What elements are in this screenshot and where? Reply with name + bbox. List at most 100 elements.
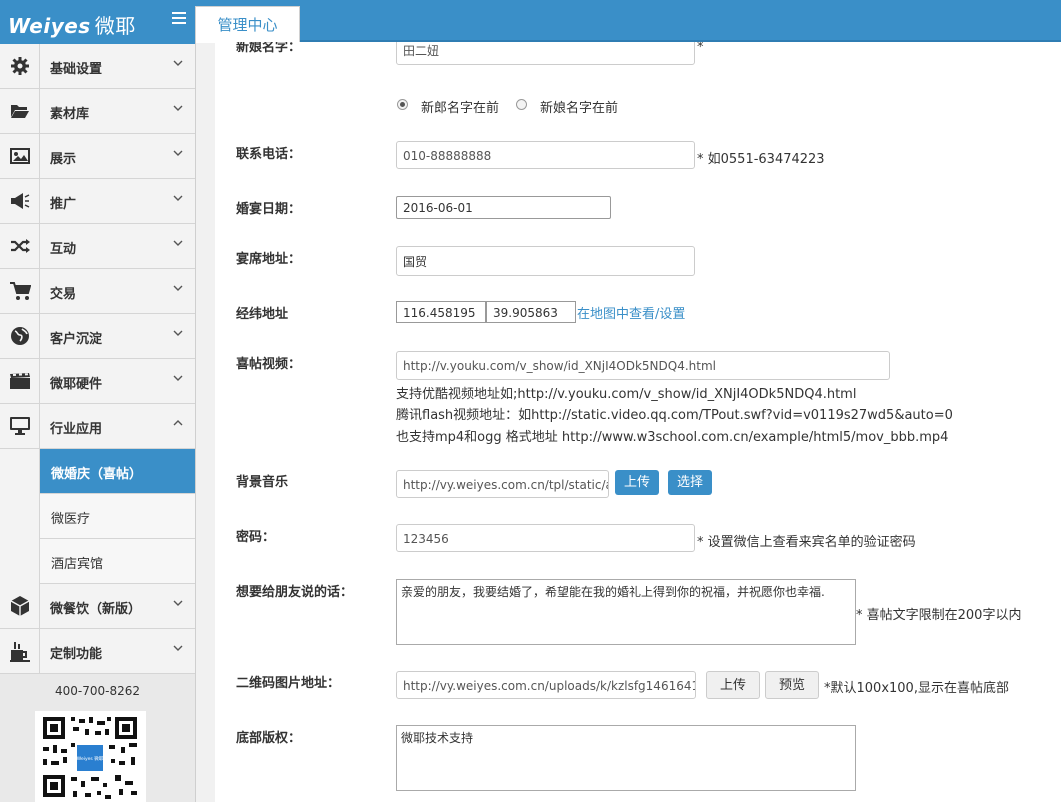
video-help-2: 腾讯flash视频地址：如http://static.video.qq.com/…	[396, 408, 953, 423]
menu-toggle-icon[interactable]	[172, 12, 186, 27]
phone-number: 400-700-8262	[54, 684, 140, 698]
film-icon	[0, 359, 40, 403]
sidebar-item-label: 微餐饮（新版）	[50, 602, 142, 617]
qrcode-input[interactable]: http://vy.weiyes.com.cn/uploads/k/kzlsfg…	[396, 671, 696, 699]
cube-icon	[0, 584, 40, 628]
video-input[interactable]: http://v.youku.com/v_show/id_XNjI4ODk5ND…	[396, 351, 890, 380]
video-help-1: 支持优酷视频地址如;http://v.youku.com/v_show/id_X…	[396, 387, 857, 402]
chevron-up-icon	[173, 417, 183, 430]
bride-name-required: *	[697, 42, 704, 55]
chevron-down-icon	[173, 597, 183, 610]
chevron-down-icon	[173, 102, 183, 115]
phone-note: * 如0551-63474223	[697, 152, 825, 167]
copyright-textarea[interactable]: 微耶技术支持	[396, 725, 856, 791]
sidebar-item-label: 微耶硬件	[50, 377, 103, 392]
sidebar-item-extra-1[interactable]: 定制功能	[0, 629, 195, 674]
logo-text-cn: 微耶	[94, 14, 136, 38]
megaphone-icon	[0, 179, 40, 223]
monitor-icon	[0, 404, 40, 448]
qrcode-preview-button[interactable]: 预览	[765, 671, 819, 699]
message-label: 想要给朋友说的话：	[236, 585, 354, 600]
logo[interactable]: Weiyes 微耶	[8, 10, 136, 39]
map-view-link[interactable]: 在地图中查看/设置	[577, 303, 685, 322]
sidebar-item-extra-0[interactable]: 微餐饮（新版）	[0, 584, 195, 629]
picture-icon	[0, 134, 40, 178]
radio-bride-first[interactable]	[516, 99, 527, 110]
chevron-down-icon	[173, 237, 183, 250]
music-upload-button[interactable]: 上传	[615, 470, 659, 495]
submenu-item-1[interactable]: 微医疗	[39, 494, 195, 539]
sidebar-item-main-3[interactable]: 推广	[0, 179, 195, 224]
folder-open-icon	[0, 89, 40, 133]
submenu-item-0[interactable]: 微婚庆（喜帖）	[39, 449, 195, 494]
submenu-item-label: 微婚庆（喜帖）	[51, 467, 143, 482]
chevron-down-icon	[173, 282, 183, 295]
music-select-button[interactable]: 选择	[668, 470, 712, 495]
sidebar-item-main-5[interactable]: 交易	[0, 269, 195, 314]
radio-groom-first[interactable]	[397, 99, 408, 110]
sidebar-item-label: 定制功能	[50, 647, 103, 662]
phone-label: 联系电话：	[236, 147, 302, 162]
submenu-item-2[interactable]: 酒店宾馆	[39, 539, 195, 584]
password-label: 密码：	[236, 530, 276, 545]
shuffle-icon	[0, 224, 40, 268]
address-label: 宴席地址：	[236, 252, 302, 267]
chevron-down-icon	[173, 147, 183, 160]
sidebar-item-label: 行业应用	[50, 422, 103, 437]
address-input[interactable]: 国贸	[396, 246, 695, 276]
password-note: * 设置微信上查看来宾名单的验证密码	[697, 535, 916, 550]
sidebar-item-label: 客户沉淀	[50, 332, 103, 347]
submenu-item-label: 微医疗	[51, 512, 91, 527]
chevron-down-icon	[173, 642, 183, 655]
video-help-3: 也支持mp4和ogg 格式地址 http://www.w3school.com.…	[396, 430, 949, 445]
date-input[interactable]: 2016-06-01	[396, 196, 611, 219]
password-input[interactable]: 123456	[396, 524, 695, 552]
message-textarea[interactable]: 亲爱的朋友，我要结婚了，希望能在我的婚礼上得到你的祝福，并祝愿你也幸福.	[396, 579, 856, 645]
gear-icon	[0, 44, 40, 88]
longitude-input[interactable]: 116.458195	[396, 301, 486, 323]
coords-label: 经纬地址	[236, 307, 289, 322]
form-panel: 新娘名字： 田二妞 * 新郎名字在前 新娘名字在前 联系电话： 010-8888…	[215, 42, 1061, 802]
sidebar-item-label: 推广	[50, 197, 77, 212]
qrcode-upload-button[interactable]: 上传	[706, 671, 760, 699]
logo-text-en: Weiyes	[8, 14, 91, 38]
qr-badge-text: Weiyes 微耶	[77, 755, 104, 762]
sidebar-item-label: 素材库	[50, 107, 90, 122]
message-note: * 喜帖文字限制在200字以内	[856, 608, 1022, 623]
sidebar-item-main-7[interactable]: 微耶硬件	[0, 359, 195, 404]
sidebar-item-main-6[interactable]: 客户沉淀	[0, 314, 195, 359]
phone-input[interactable]: 010-88888888	[396, 141, 695, 169]
sidebar-item-main-0[interactable]: 基础设置	[0, 44, 195, 89]
latitude-input[interactable]: 39.905863	[486, 301, 576, 323]
copyright-label: 底部版权：	[236, 731, 302, 746]
video-label: 喜帖视频：	[236, 357, 302, 372]
radio-groom-first-label: 新郎名字在前	[421, 101, 500, 116]
qrcode-note: *默认100x100,显示在喜帖底部	[824, 681, 1009, 696]
chevron-down-icon	[173, 192, 183, 205]
qrcode-label: 二维码图片地址：	[236, 676, 341, 691]
bride-name-input[interactable]: 田二妞	[396, 42, 695, 65]
sidebar-item-label: 展示	[50, 152, 77, 167]
sidebar: Weiyes 微耶 基础设置素材库展示推广互动交易客户沉淀微耶硬件行业应用微婚庆（…	[0, 0, 196, 802]
sidebar-item-main-8[interactable]: 行业应用	[0, 404, 195, 449]
brand-bar: Weiyes 微耶	[0, 0, 195, 44]
globe-icon	[0, 314, 40, 358]
music-input[interactable]: http://vy.weiyes.com.cn/tpl/static/a	[396, 470, 609, 498]
date-label: 婚宴日期：	[236, 202, 302, 217]
sidebar-item-main-1[interactable]: 素材库	[0, 89, 195, 134]
sidebar-item-label: 交易	[50, 287, 77, 302]
sidebar-item-main-2[interactable]: 展示	[0, 134, 195, 179]
music-label: 背景音乐	[236, 475, 289, 490]
tab-admin-center[interactable]: 管理中心	[195, 6, 300, 43]
cup-icon	[0, 629, 40, 673]
sidebar-item-label: 基础设置	[50, 62, 103, 77]
chevron-down-icon	[173, 57, 183, 70]
chevron-down-icon	[173, 372, 183, 385]
chevron-down-icon	[173, 327, 183, 340]
sidebar-item-main-4[interactable]: 互动	[0, 224, 195, 269]
top-bar: 管理中心	[195, 0, 1061, 43]
cart-icon	[0, 269, 40, 313]
radio-bride-first-label: 新娘名字在前	[540, 101, 619, 116]
bride-name-label: 新娘名字：	[236, 42, 302, 55]
qr-code-image: Weiyes 微耶	[35, 711, 146, 802]
